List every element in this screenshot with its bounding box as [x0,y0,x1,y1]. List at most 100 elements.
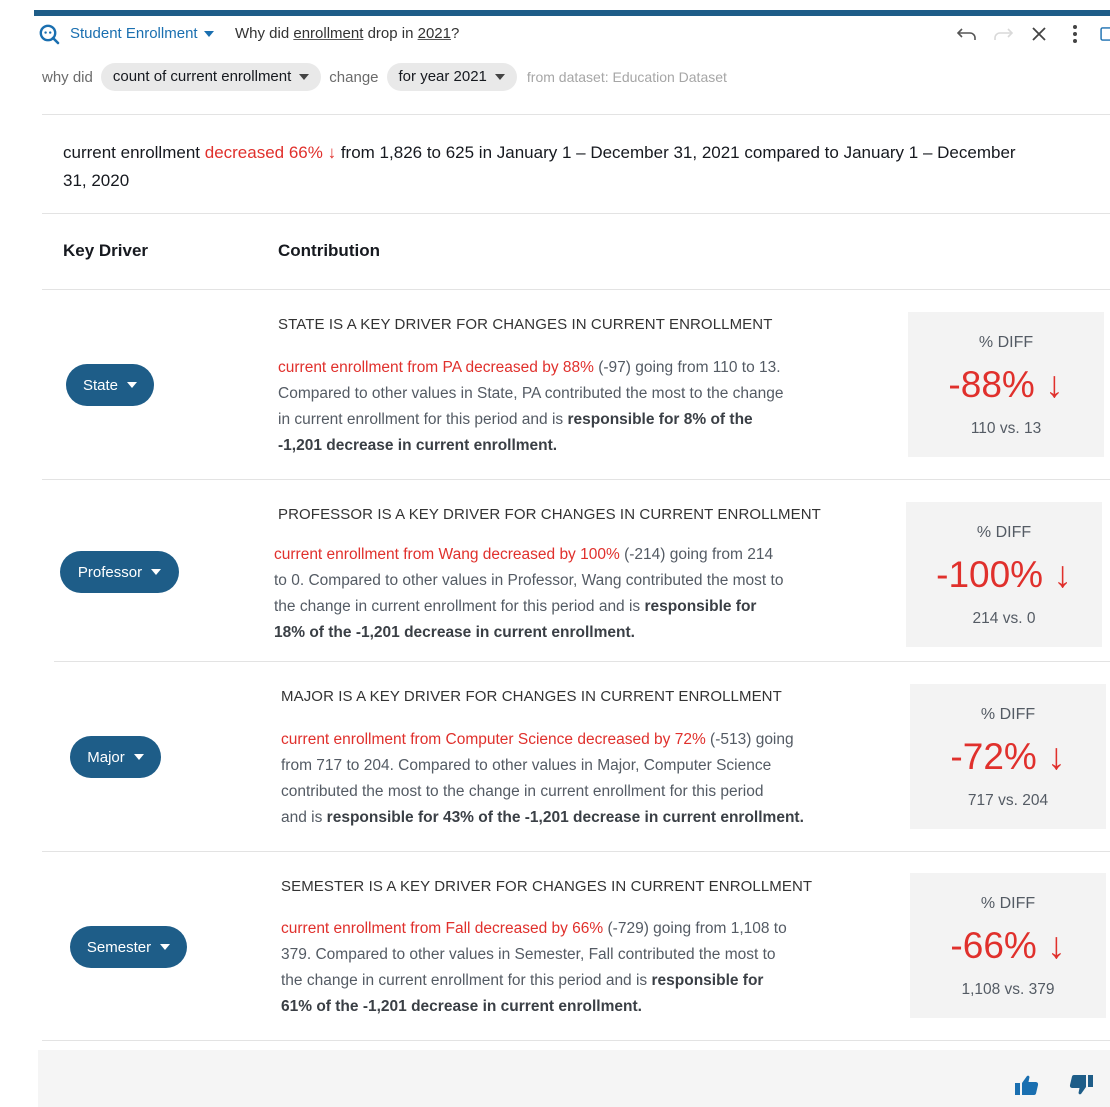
diff-label: % DIFF [980,706,1036,723]
driver-pill-state[interactable]: State [66,364,154,406]
insight-highlight: current enrollment from Wang decreased b… [274,546,620,563]
redo-icon[interactable] [992,22,1014,46]
query-change: change [329,68,379,86]
insight-highlight: current enrollment from PA decreased by … [278,359,594,376]
column-header-contribution: Contribution [278,241,380,260]
period-pill-label: for year 2021 [398,68,487,85]
chevron-down-icon [299,73,310,80]
insight-emphasis: 61% of the -1,201 decrease in current en… [281,998,642,1015]
top-accent-bar [34,10,1110,16]
question-term-year[interactable]: 2021 [418,25,451,42]
topic-label: Student Enrollment [70,25,198,42]
insight-line: in current enrollment for this period an… [278,411,568,428]
chevron-down-icon [203,31,214,37]
diff-card: % DIFF -66% ↓ 1,108 vs. 379 [910,873,1106,1018]
diff-label: % DIFF [980,895,1036,912]
diff-card: % DIFF -72% ↓ 717 vs. 204 [910,684,1106,829]
diff-value: -66% ↓ [950,925,1066,966]
insight-emphasis: responsible for 8% of the [567,411,753,428]
diff-value: -100% ↓ [936,554,1072,595]
diff-compare: 110 vs. 13 [970,420,1042,437]
insight-title: MAJOR IS A KEY DRIVER FOR CHANGES IN CUR… [281,688,782,705]
question-bar: Student Enrollment Why did enrollment dr… [34,18,1110,52]
diff-card: % DIFF -88% ↓ 110 vs. 13 [908,312,1104,457]
insight-line: (-729) going from 1,108 to [603,920,787,937]
summary-sentence: current enrollment decreased 66% ↓ from … [63,139,1110,195]
diff-label: % DIFF [976,524,1032,541]
insight-text: current enrollment from Wang decreased b… [274,542,894,646]
driver-pill-semester[interactable]: Semester [70,926,187,968]
chevron-down-icon [127,382,138,388]
period-pill[interactable]: for year 2021 [386,63,517,91]
insight-line: from 717 to 204. Compared to other value… [281,757,772,774]
metric-pill[interactable]: count of current enrollment [100,63,322,91]
diff-value: -72% ↓ [950,736,1066,777]
column-header-key-driver: Key Driver [63,241,149,260]
question-suffix: ? [450,25,460,42]
undo-icon[interactable] [956,22,978,46]
question-text[interactable]: Why did enrollment drop in 2021? [235,25,459,42]
insight-title: STATE IS A KEY DRIVER FOR CHANGES IN CUR… [278,316,773,333]
query-why-did: why did [42,68,93,86]
divider [42,213,1110,214]
divider [54,661,1110,662]
diff-compare: 214 vs. 0 [972,610,1036,627]
close-icon[interactable] [1028,22,1050,46]
summary-change: decreased 66% ↓ [204,143,337,162]
driver-pill-major[interactable]: Major [70,736,161,778]
summary-detail-end: 31, 2020 [63,171,130,190]
insight-text: current enrollment from Computer Science… [281,727,896,831]
divider [42,479,1110,480]
diff-compare: 717 vs. 204 [967,792,1049,809]
driver-pill-professor[interactable]: Professor [60,551,179,593]
thumbs-up-icon[interactable] [1014,1074,1040,1096]
question-term-enrollment[interactable]: enrollment [293,25,363,42]
insight-line: the change in current enrollment for thi… [274,598,645,615]
divider [42,114,1110,115]
chevron-down-icon [151,569,162,575]
insight-line: 379. Compared to other values in Semeste… [281,946,776,963]
dataset-note: from dataset: Education Dataset [526,69,727,85]
insight-text: current enrollment from PA decreased by … [278,355,888,459]
q-search-icon [39,24,60,45]
insight-line: to 0. Compared to other values in Profes… [274,572,784,589]
insight-emphasis: responsible for 43% of the -1,201 decrea… [326,809,804,826]
insight-line: and is [281,809,327,826]
driver-pill-label: Major [87,748,125,766]
panel-toggle-icon[interactable] [1100,22,1110,46]
insight-line: (-97) going from 110 to 13. [593,359,781,376]
insight-emphasis: responsible for [651,972,764,989]
interpreted-query: why did count of current enrollment chan… [42,62,727,92]
summary-subject: current enrollment [63,143,205,162]
diff-compare: 1,108 vs. 379 [961,981,1055,998]
insight-line: the change in current enrollment for thi… [281,972,652,989]
insight-emphasis: -1,201 decrease in current enrollment. [278,437,558,454]
more-options-icon[interactable] [1064,22,1086,46]
chevron-down-icon [160,944,171,950]
diff-label: % DIFF [978,334,1034,351]
feedback-footer [38,1050,1110,1107]
metric-pill-label: count of current enrollment [112,68,292,85]
insight-emphasis: responsible for [644,598,757,615]
diff-value: -88% ↓ [948,364,1064,405]
divider [42,851,1110,852]
divider [42,1040,1110,1041]
driver-pill-label: Professor [77,563,143,581]
divider [42,289,1110,290]
question-mid: drop in [363,25,418,42]
insight-emphasis: 18% of the -1,201 decrease in current en… [274,624,635,641]
insight-title: PROFESSOR IS A KEY DRIVER FOR CHANGES IN… [278,506,821,523]
insight-highlight: current enrollment from Computer Science… [281,731,706,748]
chevron-down-icon [133,754,144,760]
insight-line: (-513) going [705,731,794,748]
insight-highlight: current enrollment from Fall decreased b… [281,920,604,937]
insight-text: current enrollment from Fall decreased b… [281,916,896,1020]
chevron-down-icon [494,73,505,80]
driver-pill-label: State [82,376,119,394]
summary-detail: from 1,826 to 625 in January 1 – Decembe… [336,143,1016,162]
driver-pill-label: Semester [86,938,152,956]
topic-selector[interactable]: Student Enrollment [70,25,214,42]
diff-card: % DIFF -100% ↓ 214 vs. 0 [906,502,1102,647]
thumbs-down-icon[interactable] [1068,1074,1094,1096]
question-prefix: Why did [235,25,294,42]
